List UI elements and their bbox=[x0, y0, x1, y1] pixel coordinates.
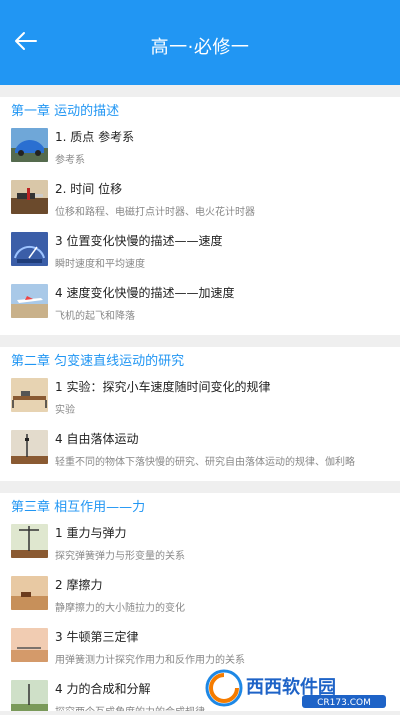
chapter-2: 第二章 匀变速直线运动的研究 1 实验：探究小车速度随时间变化的规律 实验 bbox=[0, 347, 400, 481]
chapter-1: 第一章 运动的描述 1. 质点 参考系 参考系 bbox=[0, 97, 400, 335]
lesson-subtitle: 用弹簧测力计探究作用力和反作用力的关系 bbox=[55, 651, 390, 666]
watermark-brand: 西西软件园 bbox=[246, 676, 336, 698]
lesson-title: 3 牛顿第三定律 bbox=[55, 628, 138, 645]
lesson-item[interactable]: 1 实验：探究小车速度随时间变化的规律 实验 bbox=[0, 377, 400, 429]
lesson-subtitle: 轻重不同的物体下落快慢的研究、研究自由落体运动的规律、伽利略 bbox=[55, 453, 390, 468]
lesson-item[interactable]: 2. 时间 位移 位移和路程、电磁打点计时器、电火花计时器 bbox=[0, 179, 400, 231]
watermark-logo: 西西软件园 CR173.COM bbox=[202, 665, 392, 711]
chapter-title[interactable]: 第二章 匀变速直线运动的研究 bbox=[0, 347, 400, 377]
lesson-subtitle: 静摩擦力的大小随拉力的变化 bbox=[55, 599, 390, 614]
watermark-domain: CR173.COM bbox=[317, 698, 371, 708]
lesson-subtitle: 探究弹簧弹力与形变量的关系 bbox=[55, 547, 390, 562]
lesson-subtitle: 位移和路程、电磁打点计时器、电火花计时器 bbox=[55, 203, 390, 218]
chapter-title[interactable]: 第三章 相互作用——力 bbox=[0, 493, 400, 523]
chapter-list: 第一章 运动的描述 1. 质点 参考系 参考系 bbox=[0, 85, 400, 711]
lesson-title: 2 摩擦力 bbox=[55, 576, 102, 593]
lesson-title: 1 重力与弹力 bbox=[55, 524, 126, 541]
lesson-subtitle: 瞬时速度和平均速度 bbox=[55, 255, 390, 270]
lesson-thumbnail-speedometer bbox=[11, 232, 48, 266]
page-title: 高一·必修一 bbox=[0, 33, 400, 59]
chapter-title[interactable]: 第一章 运动的描述 bbox=[0, 97, 400, 127]
lesson-subtitle: 实验 bbox=[55, 401, 390, 416]
app-header: 高一·必修一 bbox=[0, 0, 400, 85]
lesson-title: 2. 时间 位移 bbox=[55, 180, 122, 197]
lesson-title: 4 自由落体运动 bbox=[55, 430, 138, 447]
lesson-thumbnail-car bbox=[11, 128, 48, 162]
lesson-thumbnail-newton bbox=[11, 628, 48, 662]
lesson-thumbnail-friction bbox=[11, 576, 48, 610]
lesson-title: 1 实验：探究小车速度随时间变化的规律 bbox=[55, 378, 270, 395]
lesson-title: 1. 质点 参考系 bbox=[55, 128, 134, 145]
lesson-thumbnail-freefall bbox=[11, 430, 48, 464]
lesson-title: 3 位置变化快慢的描述——速度 bbox=[55, 232, 222, 249]
lesson-subtitle: 飞机的起飞和降落 bbox=[55, 307, 390, 322]
lesson-thumbnail-timer bbox=[11, 180, 48, 214]
lesson-item[interactable]: 2 摩擦力 静摩擦力的大小随拉力的变化 bbox=[0, 575, 400, 627]
lesson-item[interactable]: 1 重力与弹力 探究弹簧弹力与形变量的关系 bbox=[0, 523, 400, 575]
lesson-item[interactable]: 1. 质点 参考系 参考系 bbox=[0, 127, 400, 179]
lesson-thumbnail-cart bbox=[11, 378, 48, 412]
lesson-title: 4 力的合成和分解 bbox=[55, 680, 150, 697]
lesson-thumbnail-spring bbox=[11, 524, 48, 558]
lesson-thumbnail-forces bbox=[11, 680, 48, 711]
lesson-title: 4 速度变化快慢的描述——加速度 bbox=[55, 284, 234, 301]
lesson-item[interactable]: 4 速度变化快慢的描述——加速度 飞机的起飞和降落 bbox=[0, 283, 400, 335]
lesson-thumbnail-airplane bbox=[11, 284, 48, 318]
lesson-subtitle: 参考系 bbox=[55, 151, 390, 166]
lesson-item[interactable]: 3 位置变化快慢的描述——速度 瞬时速度和平均速度 bbox=[0, 231, 400, 283]
lesson-item[interactable]: 4 自由落体运动 轻重不同的物体下落快慢的研究、研究自由落体运动的规律、伽利略 bbox=[0, 429, 400, 481]
